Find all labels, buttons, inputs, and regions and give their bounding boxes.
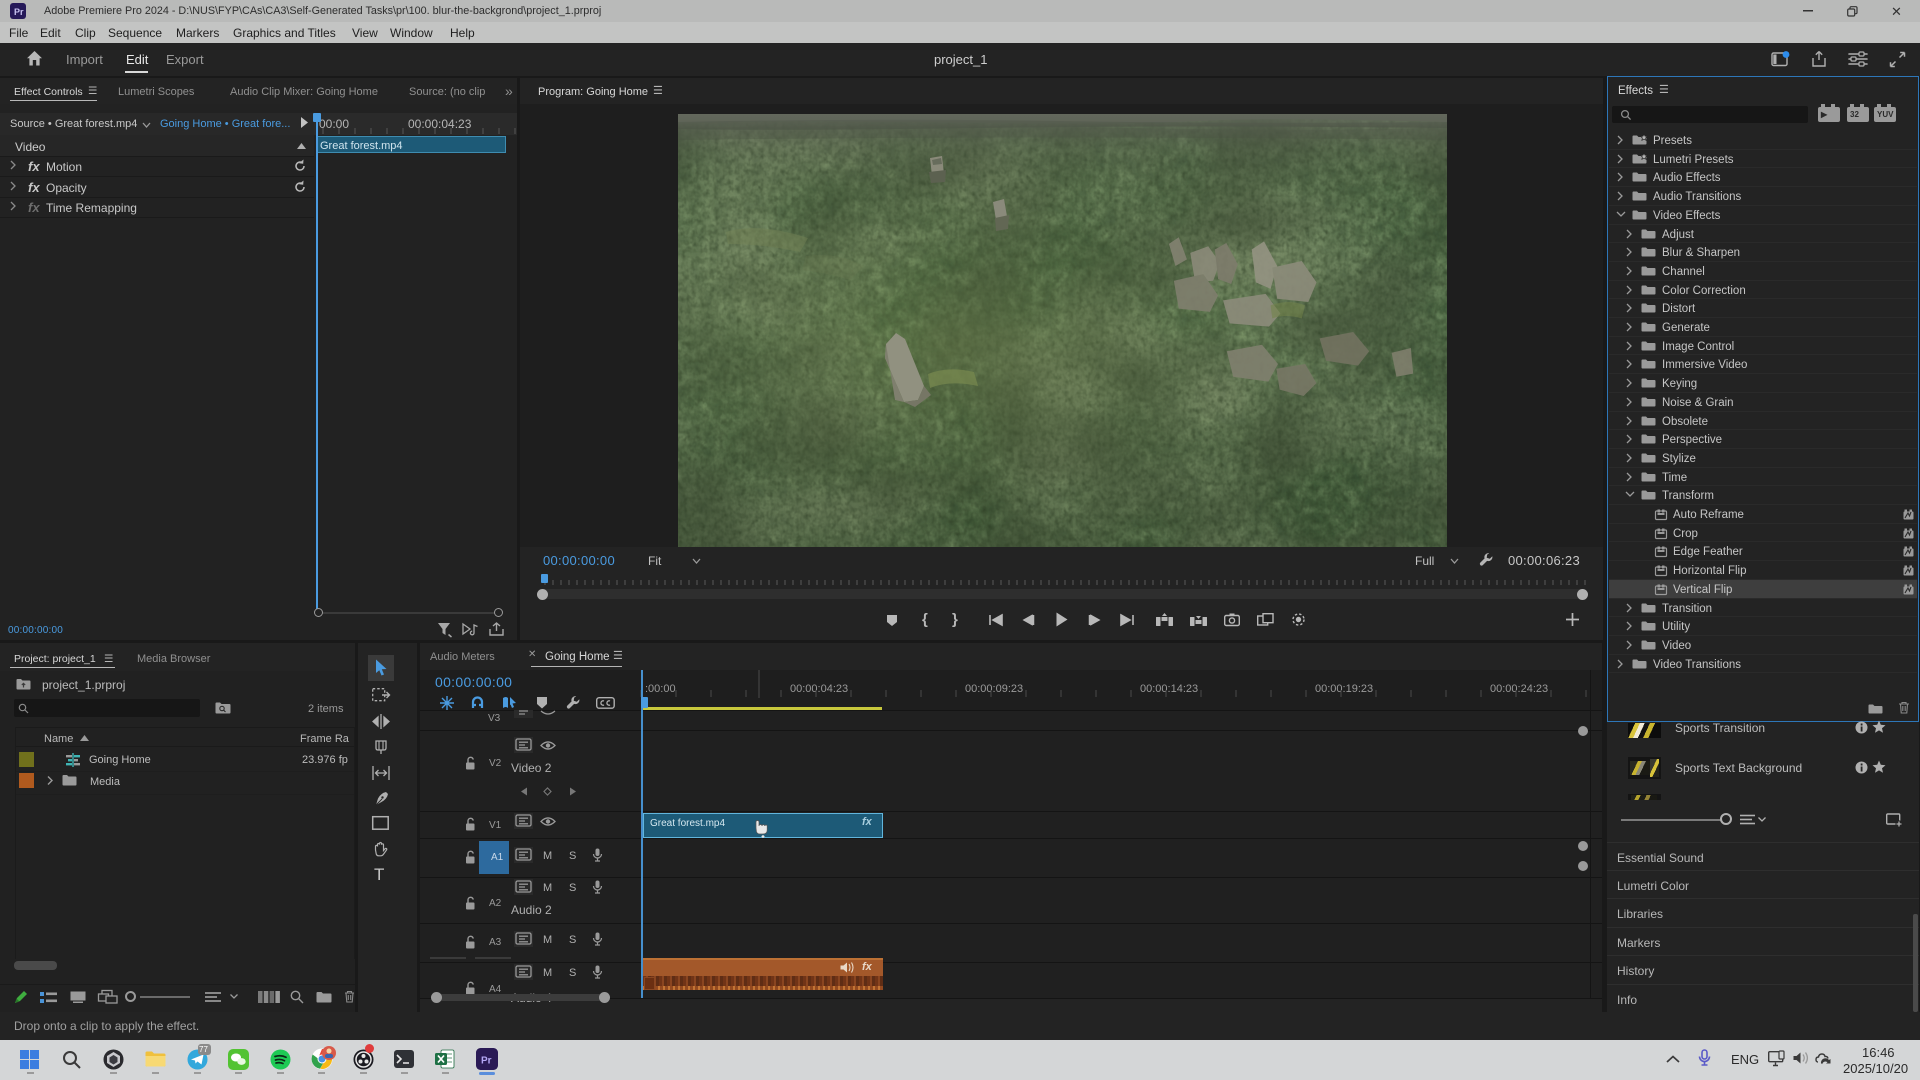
svg-text:Pr: Pr bbox=[481, 1056, 492, 1067]
